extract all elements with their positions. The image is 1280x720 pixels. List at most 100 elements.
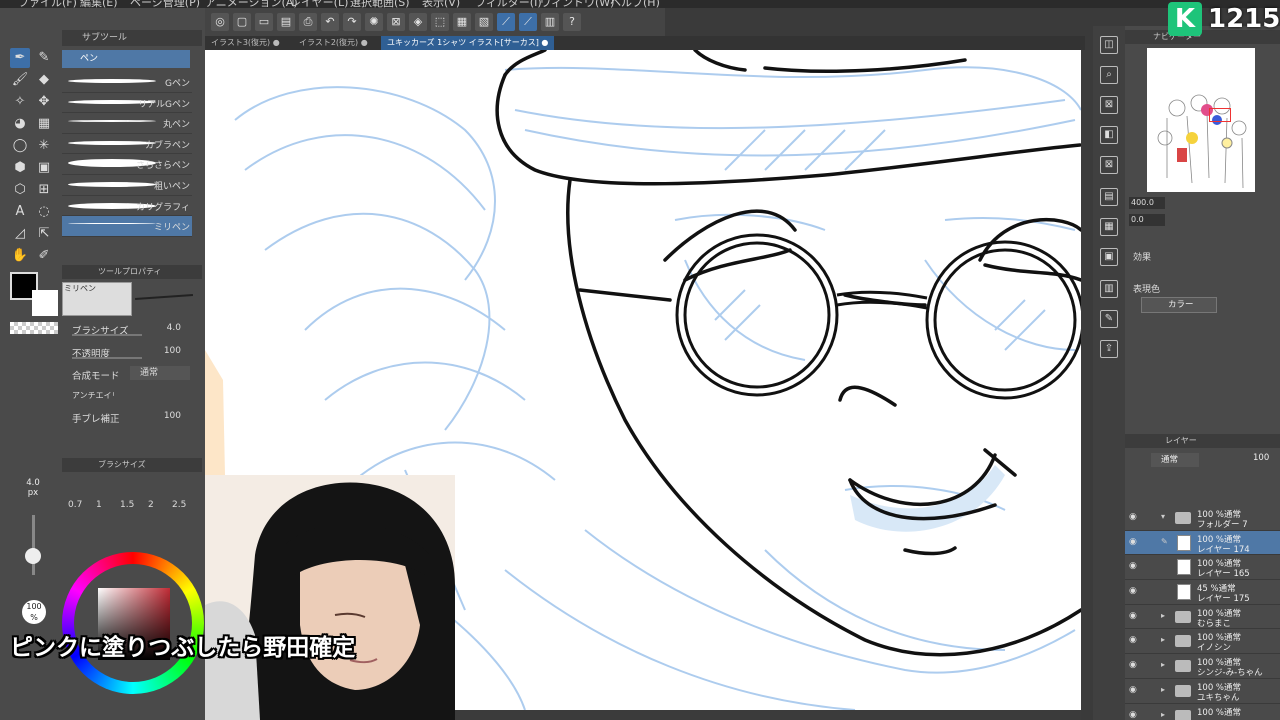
pen-tool-icon[interactable]: ✒	[10, 48, 30, 68]
brush-item[interactable]: カリグラフィ	[62, 196, 192, 217]
text-tool-icon[interactable]: A	[10, 202, 30, 222]
menu-file[interactable]: ファイル(F)	[18, 0, 77, 8]
canvas-horizontal-scrollbar[interactable]	[455, 710, 1081, 720]
antialias-row[interactable]: アンチエイリアス	[70, 387, 195, 405]
ruler-tool-icon[interactable]: ◿	[10, 224, 30, 244]
tab-illust3[interactable]: イラスト3(復元) ●	[205, 36, 286, 50]
menu-edit[interactable]: 編集(E)	[80, 0, 118, 8]
opacity-badge[interactable]: 100 %	[22, 600, 46, 624]
lasso-tool-icon[interactable]: ◯	[10, 136, 30, 156]
layer-row[interactable]: ◉ ▸ 100 %通常 イノシン	[1125, 629, 1280, 655]
export-icon[interactable]: ⇪	[1100, 340, 1118, 358]
hand-tool-icon[interactable]: ✋	[10, 246, 30, 266]
chevron-right-icon[interactable]: ▸	[1161, 710, 1165, 719]
balloon-tool-icon[interactable]: ◌	[34, 202, 54, 222]
size-slider-track[interactable]	[32, 515, 35, 575]
menu-animation[interactable]: アニメーション(A)	[205, 0, 298, 8]
move-tool-icon[interactable]: ✥	[34, 92, 54, 112]
rotation-row[interactable]: 0.0	[1127, 213, 1277, 227]
clear-icon[interactable]: ⊠	[387, 13, 405, 31]
fill-icon[interactable]: ◈	[409, 13, 427, 31]
zoom-row[interactable]: 400.0	[1127, 196, 1277, 210]
history-icon[interactable]: ⊠	[1100, 156, 1118, 174]
fill-tool-icon[interactable]: ⬢	[10, 158, 30, 178]
auto-action-icon[interactable]: ▤	[1100, 188, 1118, 206]
navigator-thumbnail[interactable]	[1147, 48, 1255, 192]
snap-ruler-icon[interactable]: ⟋	[497, 13, 515, 31]
redo-icon[interactable]: ↷	[343, 13, 361, 31]
eraser-tool-icon[interactable]: ◆	[34, 70, 54, 90]
expression-color-select[interactable]: カラー	[1141, 297, 1217, 313]
brush-item[interactable]: リアルGペン	[62, 93, 192, 114]
menu-help[interactable]: ヘルプ(H)	[610, 0, 660, 8]
help-icon[interactable]: ?	[563, 13, 581, 31]
layer-row[interactable]: ◉ ▸ 100 %通常	[1125, 704, 1280, 720]
zoom-value[interactable]: 400.0	[1129, 197, 1165, 209]
deselect-icon[interactable]: ▦	[453, 13, 471, 31]
brush-item[interactable]: カブラペン	[62, 134, 192, 155]
viewport-indicator[interactable]	[1209, 108, 1231, 122]
gradient-tool-icon[interactable]: ▣	[34, 158, 54, 178]
eye-icon[interactable]: ◉	[1129, 710, 1137, 720]
edit-icon[interactable]: ✎	[1100, 310, 1118, 328]
loading-icon[interactable]: ✺	[365, 13, 383, 31]
snap-special-ruler-icon[interactable]: ⟋	[519, 13, 537, 31]
layer-row[interactable]: ◉ ▾ 100 %通常 フォルダー 7	[1125, 506, 1280, 531]
eye-icon[interactable]: ◉	[1129, 512, 1137, 522]
eye-icon[interactable]: ◉	[1129, 685, 1137, 695]
decoration-tool-icon[interactable]: ▦	[34, 114, 54, 134]
chevron-right-icon[interactable]: ▸	[1161, 660, 1165, 669]
size-slider-knob[interactable]	[25, 548, 41, 564]
chevron-right-icon[interactable]: ▸	[1161, 611, 1165, 620]
new-file-icon[interactable]: ▢	[233, 13, 251, 31]
chevron-right-icon[interactable]: ▸	[1161, 635, 1165, 644]
menu-filter[interactable]: フィルター(I)	[475, 0, 542, 8]
brush-size-preset[interactable]: 2	[148, 500, 154, 510]
eye-icon[interactable]: ◉	[1129, 586, 1137, 596]
eye-icon[interactable]: ◉	[1129, 635, 1137, 645]
invert-selection-icon[interactable]: ▧	[475, 13, 493, 31]
layer-row-selected[interactable]: ◉ ✎ 100 %通常 レイヤー 174	[1125, 530, 1280, 556]
menu-window[interactable]: ウィンドウ(W)	[540, 0, 614, 8]
sub-view-icon[interactable]: ▣	[1100, 248, 1118, 266]
eye-icon[interactable]: ◉	[1129, 561, 1137, 571]
menu-page[interactable]: ページ管理(P)	[130, 0, 200, 8]
menu-view[interactable]: 表示(V)	[422, 0, 460, 8]
eye-icon[interactable]: ◉	[1129, 537, 1137, 547]
blend-mode-row[interactable]: 合成モード 通常	[70, 365, 195, 383]
search-icon[interactable]: ⌕	[1100, 66, 1118, 84]
material-panel-icon[interactable]: ⊠	[1100, 96, 1118, 114]
brush-size-row[interactable]: ブラシサイズ 4.0	[70, 320, 195, 338]
chevron-right-icon[interactable]: ▸	[1161, 685, 1165, 694]
rotation-value[interactable]: 0.0	[1129, 214, 1165, 226]
subtool-group-tab[interactable]: ペン	[62, 50, 190, 68]
print-icon[interactable]: ⎙	[299, 13, 317, 31]
navigator-panel-icon[interactable]: ◫	[1100, 36, 1118, 54]
layer-row[interactable]: ◉ ▸ 100 %通常 ユキちゃん	[1125, 679, 1280, 704]
eye-icon[interactable]: ◉	[1129, 660, 1137, 670]
color-wheel[interactable]	[62, 552, 204, 694]
opacity-row[interactable]: 不透明度 100	[70, 343, 195, 361]
zoom-tool-icon[interactable]: ⊞	[34, 180, 54, 200]
brush-item[interactable]: 粗いペン	[62, 175, 192, 196]
sub-color-swatch[interactable]	[32, 290, 58, 316]
brush-size-preset[interactable]: 0.7	[68, 500, 82, 510]
brush-size-presets[interactable]: 0.7 1 1.5 2 2.5	[62, 500, 202, 514]
airbrush-tool-icon[interactable]: ✧	[10, 92, 30, 112]
layer-row[interactable]: ◉ 45 %通常 レイヤー 175	[1125, 580, 1280, 605]
brush-item[interactable]: さらさらペン	[62, 154, 192, 175]
layer-row[interactable]: ◉ 100 %通常 レイヤー 165	[1125, 555, 1280, 581]
item-bank-icon[interactable]: ▦	[1100, 218, 1118, 236]
brush-item[interactable]: 丸ペン	[62, 113, 192, 134]
menu-layer[interactable]: レイヤー(L)	[290, 0, 348, 8]
eye-icon[interactable]: ◉	[1129, 611, 1137, 621]
color-set-icon[interactable]: ▥	[1100, 280, 1118, 298]
app-icon[interactable]: ◎	[211, 13, 229, 31]
menu-selection[interactable]: 選択範囲(S)	[350, 0, 410, 8]
open-file-icon[interactable]: ▭	[255, 13, 273, 31]
undo-icon[interactable]: ↶	[321, 13, 339, 31]
tab-illust2[interactable]: イラスト2(復元) ●	[293, 36, 374, 50]
pencil-tool-icon[interactable]: ✎	[34, 48, 54, 68]
brush-size-preset[interactable]: 1.5	[120, 500, 134, 510]
layer-row[interactable]: ◉ ▸ 100 %通常 シンジ-み-ちゃん	[1125, 654, 1280, 679]
